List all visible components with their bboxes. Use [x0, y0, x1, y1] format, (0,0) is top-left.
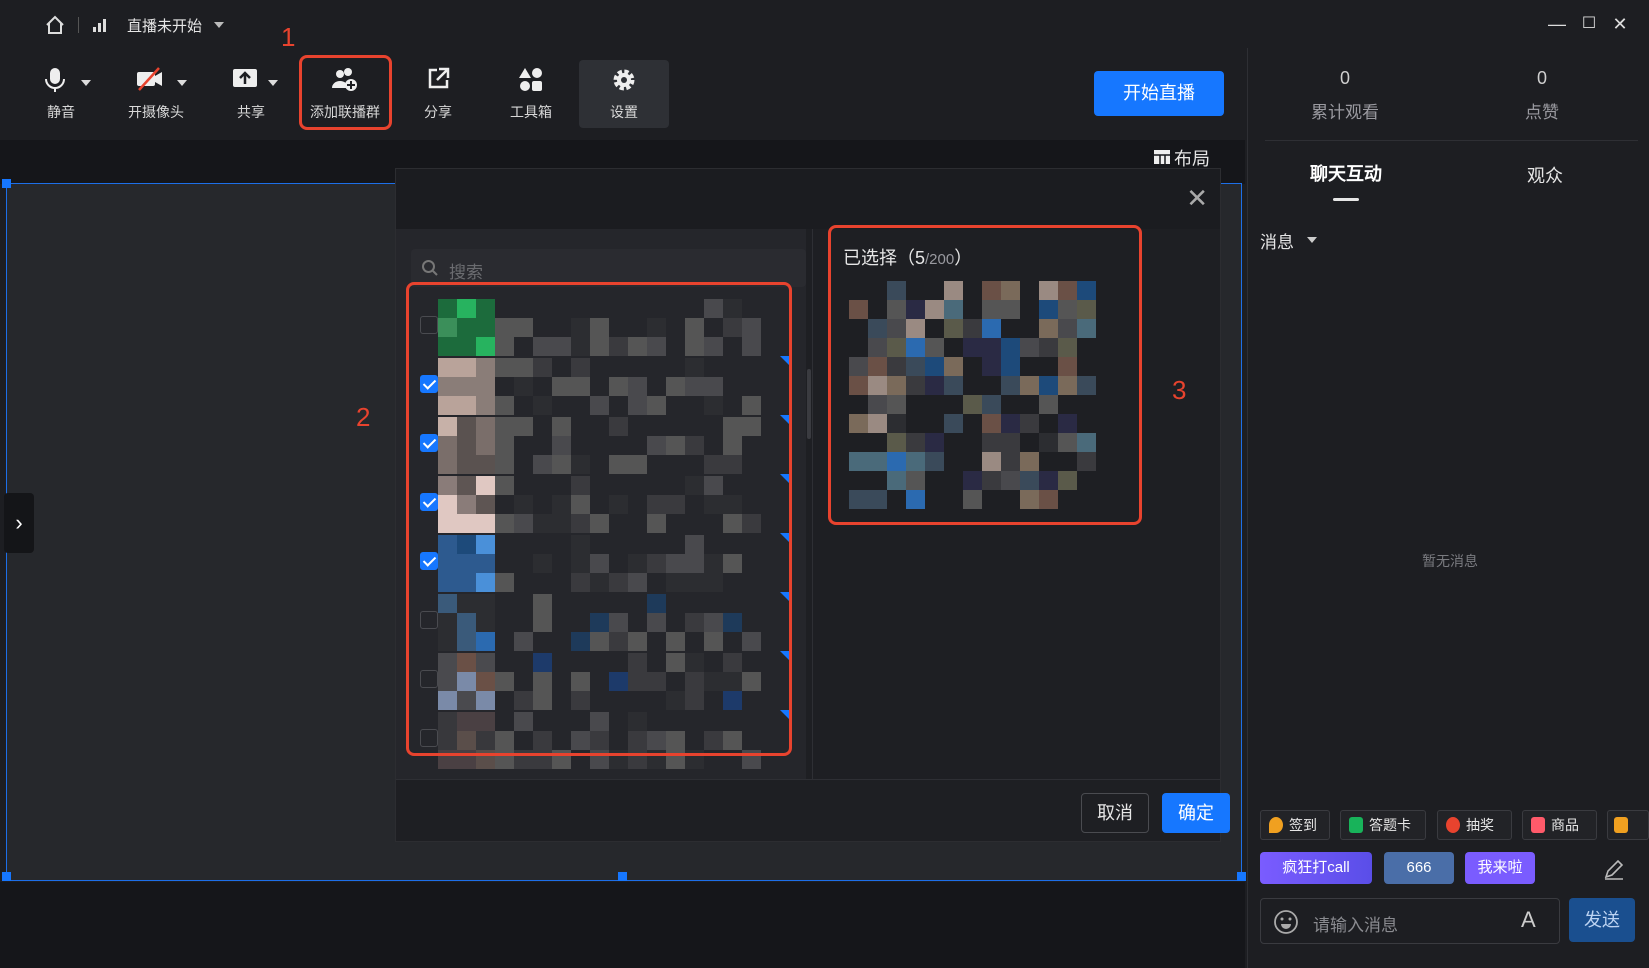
gift-icon: [1446, 817, 1460, 833]
microphone-icon: [45, 68, 65, 92]
resize-handle[interactable]: [2, 872, 11, 881]
chevron-down-icon[interactable]: [214, 22, 224, 28]
total-views-value: 0: [1339, 68, 1350, 88]
settings-button[interactable]: 设置: [579, 60, 669, 128]
message-filter[interactable]: 消息: [1260, 228, 1294, 253]
scrollbar[interactable]: [807, 369, 811, 439]
footer-divider: [396, 779, 1220, 780]
reaction-666[interactable]: 666: [1384, 852, 1454, 884]
reaction-crazy-call[interactable]: 疯狂打call: [1260, 852, 1372, 884]
search-icon: [422, 260, 438, 276]
mute-label: 静音: [47, 104, 75, 120]
maximize-icon[interactable]: ☐: [1577, 12, 1601, 36]
external-share-icon: [428, 67, 450, 89]
dialog-header: [396, 169, 1220, 229]
location-pin-icon: [1269, 817, 1283, 833]
stats-divider: [1265, 140, 1638, 141]
tab-audience[interactable]: 观众: [1527, 162, 1563, 188]
start-live-button[interactable]: 开始直播: [1094, 71, 1224, 116]
products-button[interactable]: 商品: [1522, 810, 1597, 840]
expand-sidebar-button[interactable]: ›: [4, 493, 34, 553]
total-views-label: 累计观看: [1311, 103, 1379, 122]
chevron-down-icon[interactable]: [81, 80, 91, 86]
confirm-button[interactable]: 确定: [1162, 793, 1230, 833]
font-style-icon[interactable]: A: [1521, 907, 1536, 933]
layout-icon[interactable]: [1153, 148, 1171, 166]
share-screen-label: 共享: [237, 104, 265, 120]
close-icon[interactable]: ✕: [1608, 12, 1632, 36]
message-input[interactable]: 请输入消息 A: [1260, 898, 1560, 944]
chevron-down-icon[interactable]: [177, 80, 187, 86]
chevron-down-icon[interactable]: [1307, 237, 1317, 243]
share-screen-button[interactable]: 共享: [206, 60, 296, 128]
pane-divider: [812, 229, 813, 779]
stage-bottom-bar: [0, 882, 1245, 968]
reaction-label: 我来啦: [1477, 859, 1523, 876]
camera-button[interactable]: 开摄像头: [111, 60, 201, 128]
products-label: 商品: [1551, 817, 1579, 833]
camera-off-icon: [137, 67, 162, 91]
chevron-down-icon[interactable]: [268, 80, 278, 86]
annotation-2: 2: [356, 402, 371, 432]
search-placeholder: 搜索: [449, 263, 483, 282]
home-icon[interactable]: [44, 14, 66, 36]
share-screen-icon: [233, 69, 257, 87]
close-icon[interactable]: ✕: [1186, 183, 1208, 214]
send-button[interactable]: 发送: [1569, 898, 1635, 942]
lottery-button[interactable]: 抽奖: [1437, 810, 1512, 840]
highlight-box-2: [406, 282, 792, 756]
annotation-1: 1: [281, 22, 296, 52]
emoji-icon[interactable]: [1273, 909, 1299, 935]
live-status[interactable]: 直播未开始: [127, 15, 202, 36]
card-icon: [1614, 817, 1628, 833]
checkin-label: 签到: [1289, 817, 1317, 833]
tab-chat[interactable]: 聊天互动: [1310, 160, 1382, 186]
share-label: 分享: [424, 104, 452, 120]
tab-chat-underline: [1333, 198, 1359, 201]
toolbox-label: 工具箱: [510, 104, 552, 120]
input-placeholder: 请输入消息: [1313, 916, 1398, 935]
resize-handle[interactable]: [1237, 872, 1246, 881]
more-tool-button[interactable]: [1607, 810, 1649, 840]
checkin-button[interactable]: 签到: [1260, 810, 1330, 840]
quiz-card-button[interactable]: 答题卡: [1340, 810, 1426, 840]
minimize-icon[interactable]: —: [1545, 12, 1569, 36]
quiz-card-icon: [1349, 817, 1363, 833]
camera-label: 开摄像头: [128, 104, 184, 120]
empty-message: 暂无消息: [1422, 553, 1478, 569]
resize-handle[interactable]: [618, 872, 627, 881]
toolbox-icon: [519, 68, 542, 91]
signal-icon: [93, 19, 106, 32]
bag-icon: [1531, 817, 1545, 833]
gear-icon: [613, 69, 635, 91]
title-divider: [78, 17, 79, 33]
cancel-button[interactable]: 取消: [1081, 793, 1149, 833]
toolbox-button[interactable]: 工具箱: [486, 60, 576, 128]
reaction-here[interactable]: 我来啦: [1465, 852, 1535, 884]
highlight-box-3: [828, 225, 1142, 525]
settings-label: 设置: [610, 104, 638, 120]
annotation-3: 3: [1172, 375, 1187, 405]
edit-icon[interactable]: [1602, 857, 1626, 881]
likes-label: 点赞: [1525, 103, 1559, 122]
resize-handle[interactable]: [2, 179, 11, 188]
share-button[interactable]: 分享: [393, 60, 483, 128]
reaction-label: 666: [1406, 859, 1432, 876]
mute-button[interactable]: 静音: [16, 60, 106, 128]
title-bar: [0, 0, 1649, 48]
quiz-card-label: 答题卡: [1369, 817, 1411, 833]
lottery-label: 抽奖: [1466, 817, 1494, 833]
likes-value: 0: [1536, 68, 1547, 88]
highlight-box-1: [299, 55, 392, 130]
reaction-label: 疯狂打call: [1282, 859, 1350, 876]
